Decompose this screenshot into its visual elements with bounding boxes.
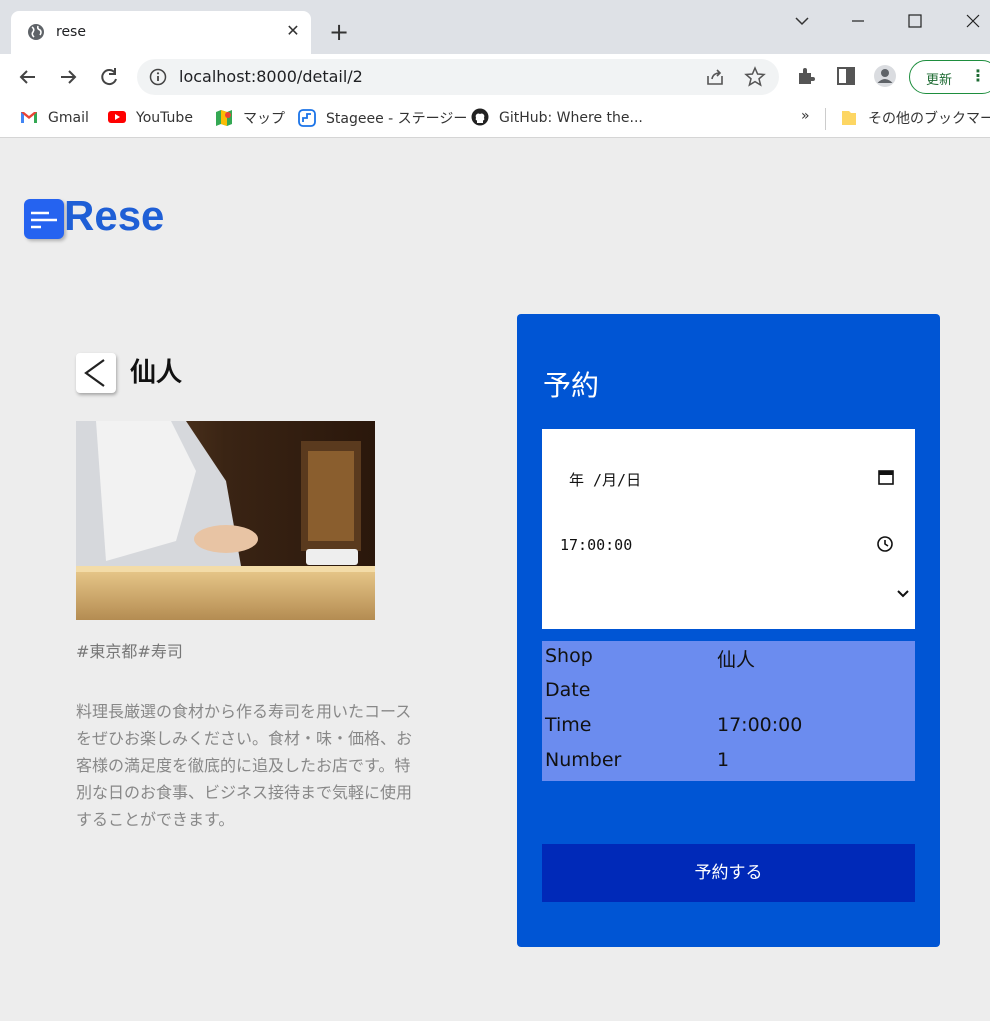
bookmark-maps[interactable]: マップ xyxy=(215,108,285,130)
clock-icon[interactable] xyxy=(876,535,894,553)
bookmark-label: その他のブックマーク xyxy=(868,111,990,127)
bookmark-gmail[interactable]: Gmail xyxy=(20,108,89,130)
browser-tab-bar: rese ✕ + xyxy=(0,0,990,54)
shop-description: 料理長厳選の食材から作る寿司を用いたコースをぜひお楽しみください。食材・味・価格… xyxy=(76,702,413,829)
browser-tab[interactable]: rese ✕ xyxy=(11,11,311,54)
shop-name: 仙人 xyxy=(130,358,183,388)
summary-value: 1 xyxy=(717,749,730,771)
new-tab-button[interactable]: + xyxy=(326,19,352,45)
globe-icon xyxy=(28,24,44,40)
bookmark-github[interactable]: GitHub: Where the... xyxy=(471,108,643,130)
stageee-icon xyxy=(298,109,316,127)
site-info-icon[interactable] xyxy=(149,68,167,86)
reservation-card: 予約 年 /月/日 17:00:00 Shop 仙人 Date Time 17:… xyxy=(517,314,940,947)
summary-key: Date xyxy=(545,679,591,701)
date-input[interactable]: 年 /月/日 xyxy=(569,469,641,490)
summary-key: Time xyxy=(545,714,592,736)
bookmark-label: YouTube xyxy=(136,110,193,126)
bookmark-stageee[interactable]: Stageee - ステージー xyxy=(298,108,467,130)
shop-photo xyxy=(76,421,375,620)
summary-key: Number xyxy=(545,749,622,771)
back-arrow-icon[interactable] xyxy=(14,63,42,91)
bookmark-label: GitHub: Where the... xyxy=(499,110,643,126)
maps-icon xyxy=(216,110,232,126)
gmail-icon xyxy=(21,112,37,123)
maximize-icon[interactable] xyxy=(902,8,928,34)
calendar-icon[interactable] xyxy=(877,468,895,486)
reserve-button[interactable]: 予約する xyxy=(542,844,915,902)
address-bar[interactable]: localhost:8000/detail/2 xyxy=(137,59,779,95)
minimize-icon[interactable] xyxy=(845,8,871,34)
menu-dots-icon[interactable]: ⋮ xyxy=(970,66,986,85)
summary-value: 仙人 xyxy=(717,649,756,671)
folder-icon xyxy=(842,111,856,125)
reservation-title: 予約 xyxy=(543,369,600,402)
tab-search-chevron-icon[interactable] xyxy=(789,8,815,34)
extensions-icon[interactable] xyxy=(794,64,818,88)
bookmark-star-icon[interactable] xyxy=(744,66,766,88)
browser-toolbar: localhost:8000/detail/2 更新 ⋮ xyxy=(0,54,990,100)
profile-avatar-icon[interactable] xyxy=(873,64,897,88)
reservation-form: 年 /月/日 17:00:00 xyxy=(542,429,915,629)
reload-icon[interactable] xyxy=(95,63,123,91)
time-input[interactable]: 17:00:00 xyxy=(560,536,632,554)
update-label: 更新 xyxy=(926,73,953,88)
forward-arrow-icon[interactable] xyxy=(54,63,82,91)
bookmark-label: Gmail xyxy=(48,110,89,126)
bookmark-youtube[interactable]: YouTube xyxy=(108,108,193,130)
side-panel-icon[interactable] xyxy=(834,64,858,88)
logo-text: Rese xyxy=(64,192,165,239)
close-window-icon[interactable] xyxy=(960,8,986,34)
menu-icon[interactable] xyxy=(24,199,64,239)
bookmarks-bar: Gmail YouTube マップ Stageee - ステージー GitHub… xyxy=(0,100,990,138)
github-icon xyxy=(471,108,489,126)
bookmark-label: マップ xyxy=(243,111,285,127)
url-text[interactable]: localhost:8000/detail/2 xyxy=(179,67,363,86)
other-bookmarks-folder[interactable]: その他のブックマーク xyxy=(840,108,990,130)
summary-key: Shop xyxy=(545,645,593,667)
bookmarks-overflow-button[interactable]: » xyxy=(801,108,810,130)
back-button[interactable] xyxy=(76,353,116,393)
youtube-icon xyxy=(108,111,126,123)
update-button[interactable]: 更新 ⋮ xyxy=(909,60,990,94)
tab-title: rese xyxy=(56,24,86,40)
bookmarks-divider xyxy=(825,108,826,130)
number-select-chevron-icon[interactable] xyxy=(896,587,910,601)
bookmark-label: Stageee - ステージー xyxy=(326,111,468,127)
share-icon[interactable] xyxy=(704,66,726,88)
reservation-summary: Shop 仙人 Date Time 17:00:00 Number 1 xyxy=(542,641,915,781)
chevron-left-icon xyxy=(84,359,105,387)
tab-close-icon[interactable]: ✕ xyxy=(283,21,303,41)
summary-value: 17:00:00 xyxy=(717,714,803,736)
shop-tags: #東京都#寿司 xyxy=(76,642,183,661)
menu-lines-icon xyxy=(31,211,57,229)
